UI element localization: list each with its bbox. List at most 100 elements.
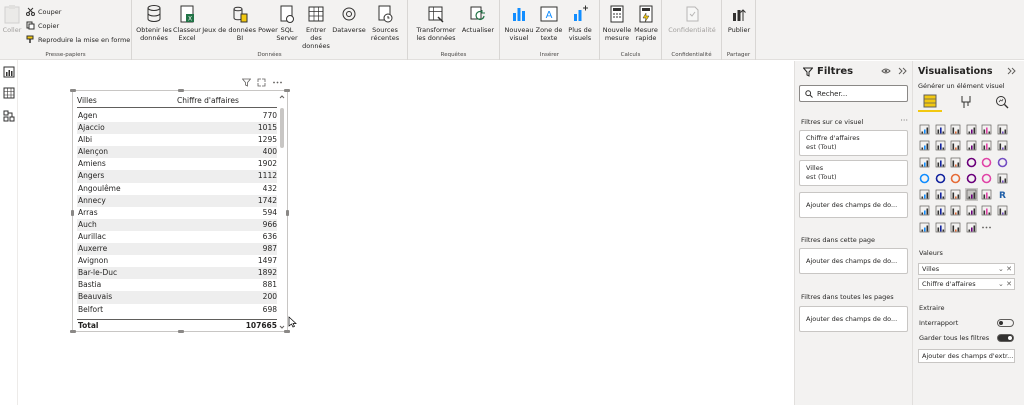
cut-button[interactable]: Couper	[26, 7, 61, 16]
add-drillthrough-fields-drop[interactable]: Ajouter des champs d'extr...	[918, 349, 1015, 363]
100-bar-icon[interactable]	[980, 123, 993, 136]
column-header-city[interactable]: Villes	[77, 94, 177, 107]
chevron-down-close-icon[interactable]: ⌄ ✕	[998, 264, 1014, 274]
scroll-thumb[interactable]	[280, 108, 284, 148]
shape-map-icon[interactable]	[949, 172, 962, 185]
excel-workbook-button[interactable]: X Classeur Excel	[172, 4, 202, 42]
resize-handle[interactable]	[70, 89, 76, 92]
collapse-pane-icon[interactable]	[1007, 67, 1016, 75]
get-data-button[interactable]: Obtenir les données	[136, 4, 172, 42]
table-icon[interactable]	[964, 188, 978, 202]
resize-handle[interactable]	[286, 210, 289, 216]
waterfall-icon[interactable]	[918, 156, 931, 169]
sensitivity-button[interactable]: Confidentialité	[666, 4, 718, 34]
model-view-icon[interactable]	[3, 110, 15, 122]
kpi-icon[interactable]	[934, 188, 947, 201]
table-row[interactable]: Albi 1295	[77, 134, 277, 147]
trophy-icon[interactable]	[996, 204, 1009, 217]
table-visual[interactable]: Villes Chiffre d'affaires Agen 770 Ajacci…	[70, 89, 290, 333]
add-report-fields-drop[interactable]: Ajouter des champs de do...	[799, 306, 908, 332]
table-row[interactable]: Belfort 698	[77, 303, 277, 316]
table-row[interactable]: Ajaccio 1015	[77, 122, 277, 135]
line-clustered-icon[interactable]	[980, 139, 993, 152]
chevron-down-close-icon[interactable]: ⌄ ✕	[998, 279, 1014, 289]
resize-handle[interactable]	[284, 330, 290, 333]
format-painter-button[interactable]: Reproduire la mise en forme	[26, 35, 130, 44]
table-row[interactable]: Amiens 1902	[77, 158, 277, 171]
add-visual-fields-drop[interactable]: Ajouter des champs de do...	[799, 192, 908, 218]
stacked-bar-icon[interactable]	[918, 123, 931, 136]
table-row[interactable]: Auch 966	[77, 218, 277, 231]
table-row[interactable]: Bastia 881	[77, 279, 277, 292]
publish-button[interactable]: Publier	[726, 4, 752, 34]
eye-icon[interactable]	[881, 67, 891, 75]
table-scrollbar[interactable]	[279, 94, 285, 330]
quick-measure-button[interactable]: Mesure rapide	[632, 4, 660, 42]
table-row[interactable]: Beauvais 200	[77, 291, 277, 304]
data-view-icon[interactable]	[3, 87, 15, 99]
well-field-cities[interactable]: Villes ⌄ ✕	[918, 263, 1015, 275]
filter-card-cities[interactable]: Villes est (Tout)	[799, 160, 908, 186]
table-row[interactable]: Bar-le-Duc 1892	[77, 267, 277, 280]
chevrons-icon[interactable]	[965, 221, 978, 234]
tab-analytics[interactable]	[990, 92, 1014, 112]
treemap-icon[interactable]	[996, 156, 1009, 169]
100-column-icon[interactable]	[996, 123, 1009, 136]
new-measure-button[interactable]: Nouvelle mesure	[602, 4, 632, 42]
azure-map-icon[interactable]	[965, 172, 978, 185]
line-chart-icon[interactable]	[918, 139, 931, 152]
more-options-icon[interactable]: ···	[900, 116, 908, 125]
column-header-amount[interactable]: Chiffre d'affaires	[177, 94, 277, 107]
card-icon[interactable]	[996, 172, 1009, 185]
python-icon[interactable]	[918, 204, 931, 217]
scatter-icon[interactable]	[949, 156, 962, 169]
table-row[interactable]: Aurillac 636	[77, 230, 277, 244]
filter-icon[interactable]	[242, 78, 251, 87]
pie-icon[interactable]	[965, 156, 978, 169]
stacked-area-icon[interactable]	[949, 139, 962, 152]
report-view-icon[interactable]	[3, 66, 15, 78]
table-row[interactable]: Alençon 400	[77, 146, 277, 159]
text-box-button[interactable]: A Zone de texte	[534, 4, 564, 42]
tab-build-visual[interactable]	[918, 92, 942, 112]
table-row[interactable]: Avignon 1497	[77, 255, 277, 268]
table-row[interactable]: Arras 594	[77, 206, 277, 219]
well-field-amount[interactable]: Chiffre d'affaires ⌄ ✕	[918, 278, 1015, 290]
paste-button[interactable]: Coller	[2, 4, 22, 34]
gauge-icon[interactable]	[980, 172, 993, 185]
r-visual-icon[interactable]: R	[996, 188, 1009, 201]
sql-server-button[interactable]: SQL Server	[274, 4, 300, 42]
table-row[interactable]: Annecy 1742	[77, 194, 277, 207]
narrative-icon[interactable]	[980, 204, 993, 217]
cross-report-toggle[interactable]	[997, 319, 1014, 327]
clustered-column-icon[interactable]	[965, 123, 978, 136]
table-row[interactable]: Agen 770	[77, 110, 277, 123]
refresh-button[interactable]: Actualiser	[460, 4, 496, 34]
decomposition-tree-icon[interactable]	[949, 204, 962, 217]
table-row[interactable]: Angoulême 432	[77, 182, 277, 195]
ribbon-chart-icon[interactable]	[996, 139, 1009, 152]
resize-handle[interactable]	[178, 330, 184, 333]
power-automate-icon[interactable]	[949, 221, 962, 234]
collapse-pane-icon[interactable]	[898, 67, 907, 75]
qa-icon[interactable]	[965, 204, 978, 217]
multi-row-card-icon[interactable]	[918, 188, 931, 201]
keep-filters-toggle[interactable]	[997, 334, 1014, 342]
more-options-icon[interactable]	[272, 78, 283, 87]
donut-icon[interactable]	[980, 156, 993, 169]
transform-data-button[interactable]: Transformer les données	[412, 4, 460, 42]
map-icon[interactable]	[918, 172, 931, 185]
scroll-up-icon[interactable]	[279, 94, 285, 100]
resize-handle[interactable]	[178, 89, 184, 92]
area-chart-icon[interactable]	[934, 139, 947, 152]
line-column-icon[interactable]	[965, 139, 978, 152]
more-visuals-button[interactable]: Plus de visuels	[564, 4, 596, 42]
table-row[interactable]: Auxerre 987	[77, 243, 277, 256]
filled-map-icon[interactable]	[934, 172, 947, 185]
power-apps-icon[interactable]	[934, 221, 947, 234]
tab-format-visual[interactable]	[954, 92, 978, 112]
stacked-column-icon[interactable]	[934, 123, 947, 136]
key-influencers-icon[interactable]	[934, 204, 947, 217]
paginated-report-icon[interactable]	[918, 221, 931, 234]
slicer-icon[interactable]	[949, 188, 962, 201]
